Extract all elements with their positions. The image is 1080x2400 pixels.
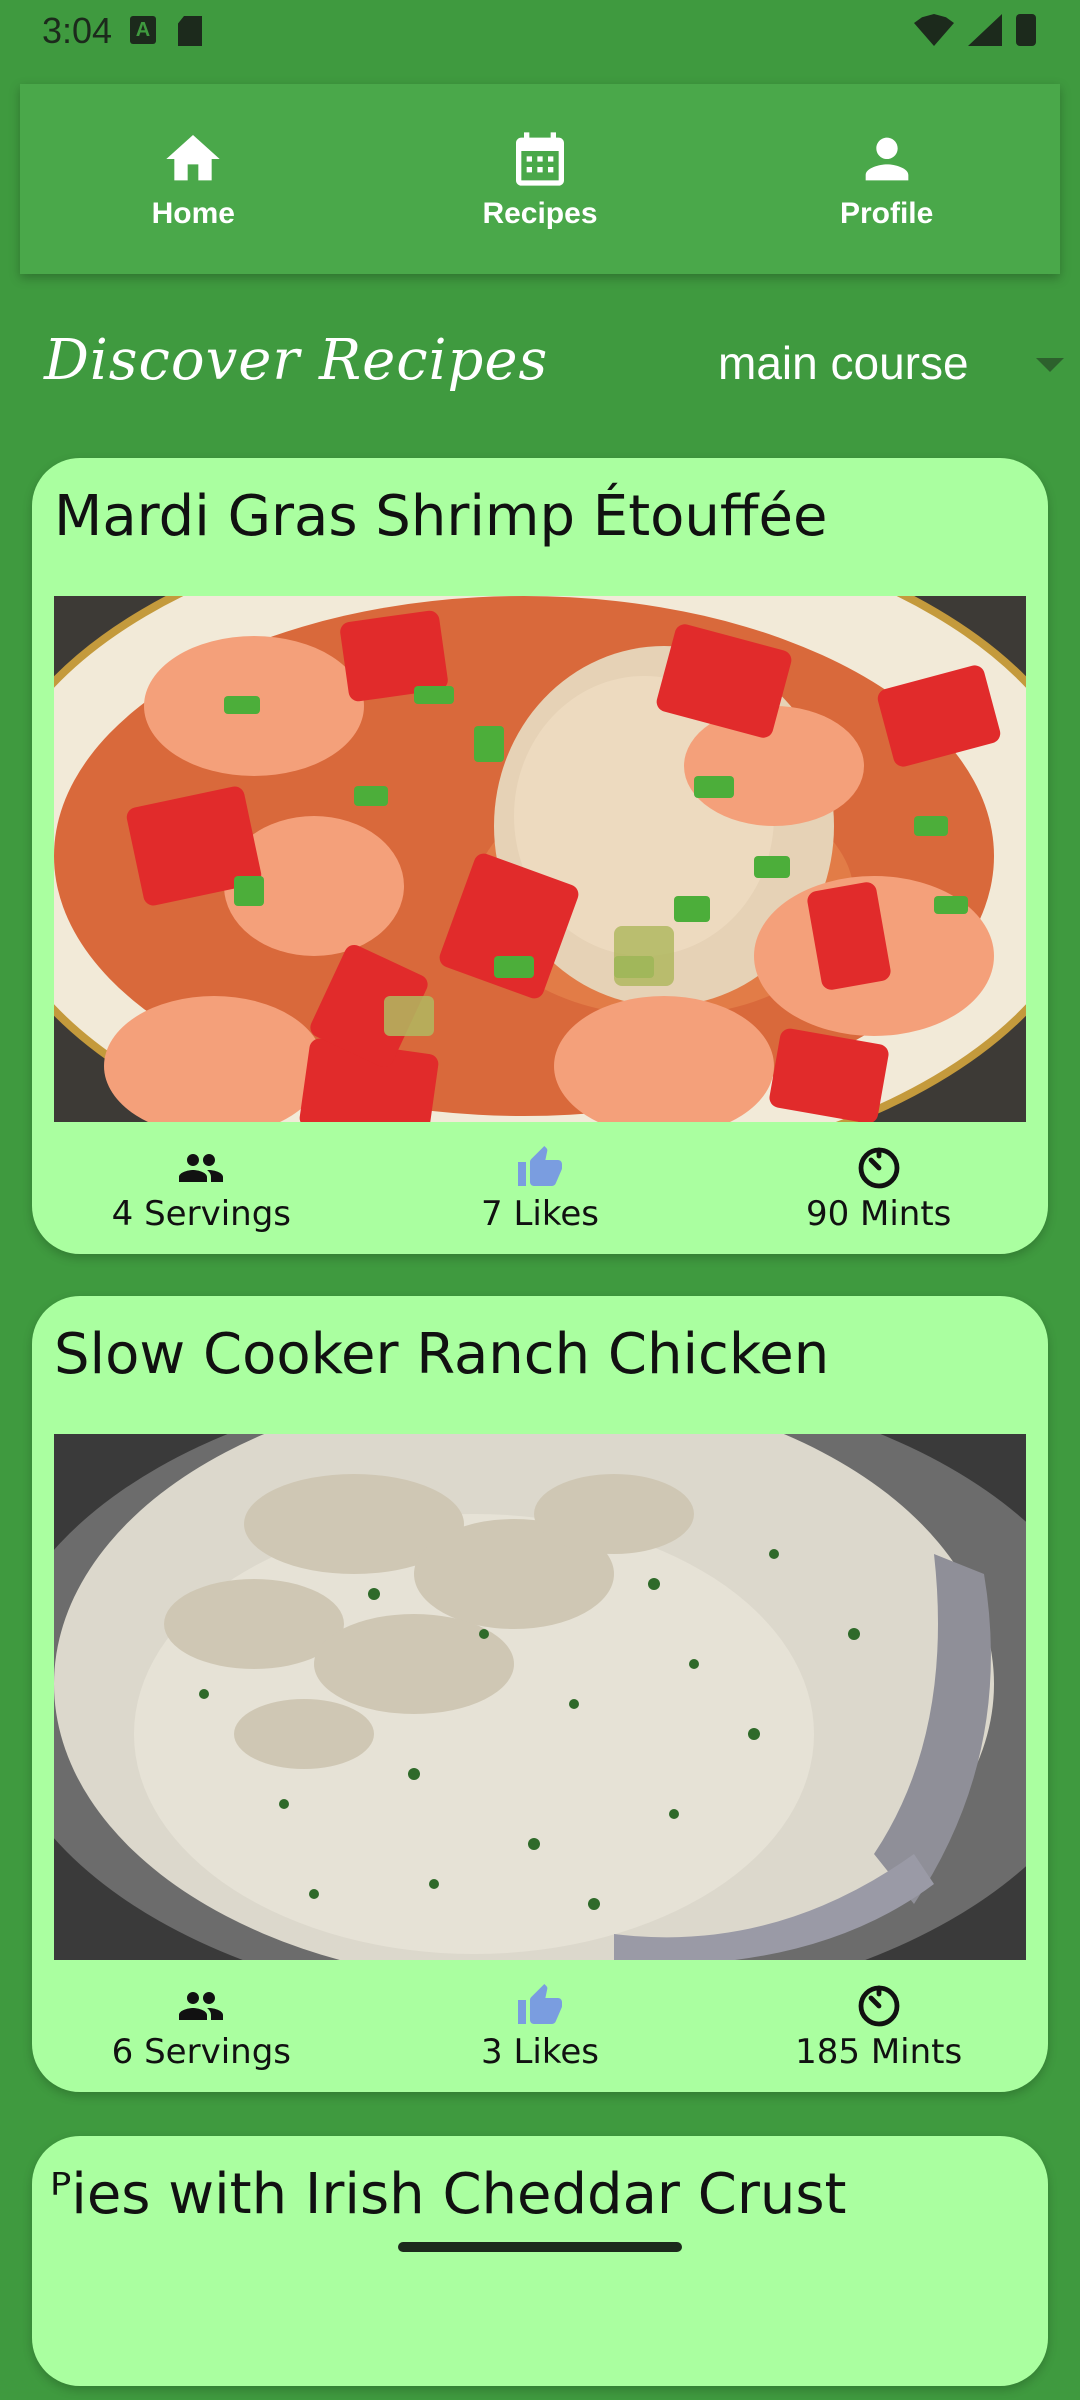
recipe-title: ᴾies with Irish Cheddar Crust (50, 2162, 847, 2227)
calendar-icon (515, 132, 564, 186)
recipe-card[interactable]: Mardi Gras Shrimp Étouffée 4 Servings 7 … (32, 458, 1048, 1254)
thumb-up-icon (518, 1146, 562, 1186)
likes-stat[interactable]: 3 Likes (371, 1982, 710, 2082)
recipe-stats: 4 Servings 7 Likes 90 Mints (32, 1144, 1048, 1244)
people-icon (179, 1992, 224, 2020)
recipe-stats: 6 Servings 3 Likes 185 Mints (32, 1982, 1048, 2082)
thumb-up-icon (518, 1984, 562, 2024)
time-label: 90 Mints (805, 1194, 952, 1234)
likes-label: 7 Likes (481, 1194, 599, 1234)
home-icon (166, 135, 220, 181)
top-nav-bar: Home Recipes Profile (20, 84, 1060, 274)
person-icon (865, 137, 908, 181)
timer-icon (858, 1147, 900, 1189)
category-dropdown[interactable]: main course (674, 336, 1074, 396)
servings-stat: 4 Servings (32, 1144, 371, 1244)
recipe-card[interactable]: ᴾies with Irish Cheddar Crust (32, 2136, 1048, 2386)
discover-header: Discover Recipes main course (44, 320, 1064, 410)
status-bar: 3:04 A (0, 0, 1080, 62)
wifi-icon (914, 14, 954, 46)
recipe-card[interactable]: Slow Cooker Ranch Chicken 6 Servings 3 L… (32, 1296, 1048, 2092)
recipe-title: Mardi Gras Shrimp Étouffée (54, 484, 828, 549)
time-stat: 185 Mints (709, 1982, 1048, 2082)
chevron-down-icon (1036, 358, 1064, 372)
people-icon (179, 1154, 224, 1182)
status-time: 3:04 (42, 10, 113, 51)
nav-item-recipes[interactable]: Recipes (420, 127, 660, 231)
timer-icon (858, 1985, 900, 2027)
recipe-title: Slow Cooker Ranch Chicken (54, 1322, 830, 1387)
nav-label-home: Home (151, 197, 235, 230)
signal-icon (968, 14, 1002, 46)
time-stat: 90 Mints (709, 1144, 1048, 1244)
likes-stat[interactable]: 7 Likes (371, 1144, 710, 1244)
category-value: main course (718, 337, 969, 389)
battery-icon (1016, 14, 1036, 46)
sd-card-icon (178, 16, 202, 46)
home-indicator[interactable] (398, 2242, 682, 2252)
servings-label: 6 Servings (111, 2032, 291, 2072)
notification-a-icon: A (130, 16, 156, 44)
servings-label: 4 Servings (111, 1194, 291, 1234)
nav-label-recipes: Recipes (482, 197, 598, 230)
nav-item-home[interactable]: Home (73, 127, 313, 231)
servings-stat: 6 Servings (32, 1982, 371, 2082)
recipe-image (54, 1434, 1026, 1960)
time-label: 185 Mints (795, 2032, 963, 2072)
nav-item-profile[interactable]: Profile (767, 127, 1007, 231)
page-title: Discover Recipes (44, 328, 549, 393)
likes-label: 3 Likes (481, 2032, 599, 2072)
nav-label-profile: Profile (839, 197, 934, 230)
recipe-image (54, 596, 1026, 1122)
